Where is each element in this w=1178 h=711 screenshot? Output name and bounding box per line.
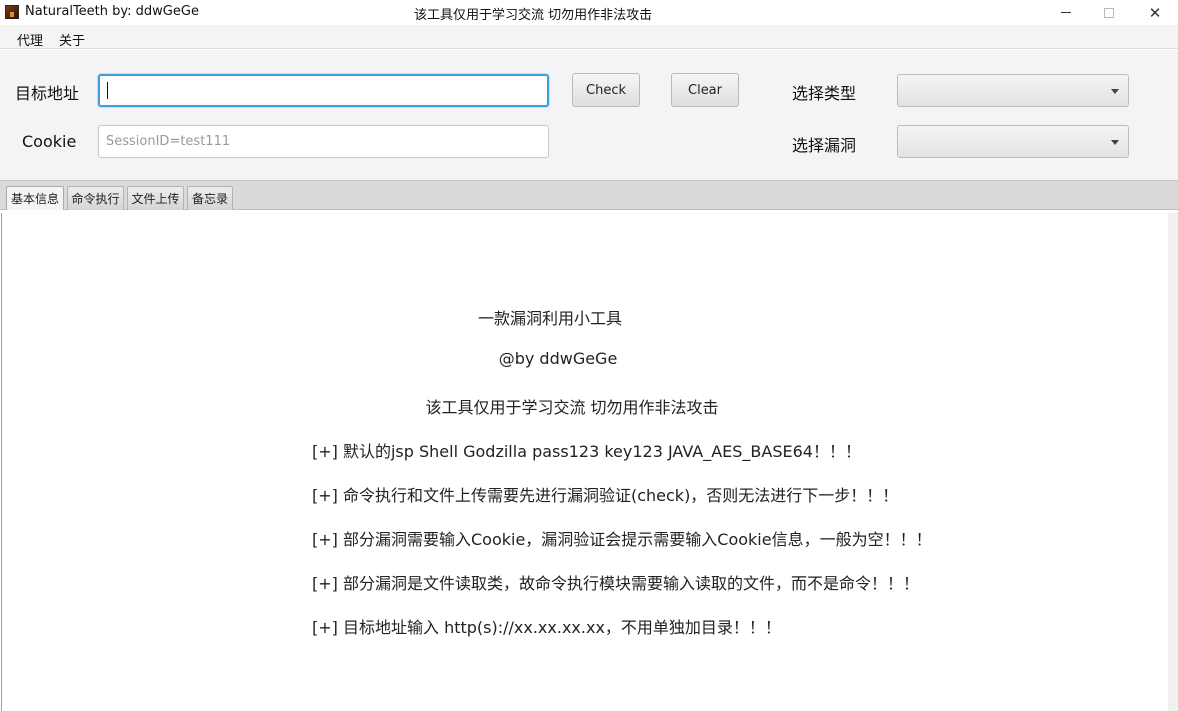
info-tip: [+] 默认的jsp Shell Godzilla pass123 key123…	[312, 442, 861, 461]
window-title: NaturalTeeth by: ddwGeGe	[25, 4, 199, 19]
cookie-placeholder: SessionID=test111	[106, 134, 231, 149]
maximize-button[interactable]	[1086, 0, 1132, 25]
info-tip: [+] 部分漏洞需要输入Cookie，漏洞验证会提示需要输入Cookie信息，一…	[312, 530, 932, 549]
cookie-label: Cookie	[22, 132, 77, 151]
maximize-icon	[1104, 7, 1114, 18]
info-disclaimer: 该工具仅用于学习交流 切勿用作非法攻击	[425, 398, 719, 417]
vuln-label: 选择漏洞	[792, 136, 857, 155]
chevron-down-icon	[1111, 89, 1119, 94]
tab-memo[interactable]: 备忘录	[187, 186, 233, 210]
minimize-button[interactable]	[1043, 0, 1089, 25]
tab-basic-info[interactable]: 基本信息	[6, 186, 64, 210]
cookie-input[interactable]: SessionID=test111	[98, 125, 549, 158]
menu-bar: 代理 关于	[0, 25, 1178, 49]
type-select[interactable]	[897, 74, 1129, 107]
app-icon	[5, 5, 19, 19]
target-input[interactable]	[98, 74, 549, 107]
chevron-down-icon	[1111, 140, 1119, 145]
clear-button[interactable]: Clear	[671, 73, 739, 107]
target-form: 目标地址 Check Clear 选择类型 Cookie SessionID=t…	[0, 50, 1178, 180]
title-bar: NaturalTeeth by: ddwGeGe 该工具仅用于学习交流 切勿用作…	[0, 0, 1178, 25]
check-button[interactable]: Check	[572, 73, 640, 107]
close-icon: ✕	[1148, 3, 1162, 22]
scrollbar-track[interactable]	[1168, 213, 1178, 711]
info-headline: 一款漏洞利用小工具	[477, 309, 623, 328]
type-label: 选择类型	[792, 84, 857, 103]
info-tip: [+] 部分漏洞是文件读取类，故命令执行模块需要输入读取的文件，而不是命令！！！	[312, 574, 919, 593]
info-author: @by ddwGeGe	[498, 349, 618, 368]
menu-about[interactable]: 关于	[59, 30, 85, 49]
info-panel: 一款漏洞利用小工具 @by ddwGeGe 该工具仅用于学习交流 切勿用作非法攻…	[1, 213, 1168, 711]
tab-bar: 基本信息 命令执行 文件上传 备忘录	[0, 180, 1178, 210]
minimize-icon	[1061, 12, 1071, 13]
tab-file-upload[interactable]: 文件上传	[127, 186, 184, 210]
target-label: 目标地址	[15, 84, 80, 103]
tab-command-exec[interactable]: 命令执行	[67, 186, 124, 210]
menu-proxy[interactable]: 代理	[17, 30, 43, 49]
window-center-title: 该工具仅用于学习交流 切勿用作非法攻击	[414, 8, 653, 23]
text-caret	[107, 82, 108, 99]
info-tip: [+] 目标地址输入 http(s)://xx.xx.xx.xx，不用单独加目录…	[312, 618, 781, 637]
info-tip: [+] 命令执行和文件上传需要先进行漏洞验证(check)，否则无法进行下一步！…	[312, 486, 899, 505]
vuln-select[interactable]	[897, 125, 1129, 158]
close-button[interactable]: ✕	[1132, 0, 1178, 25]
